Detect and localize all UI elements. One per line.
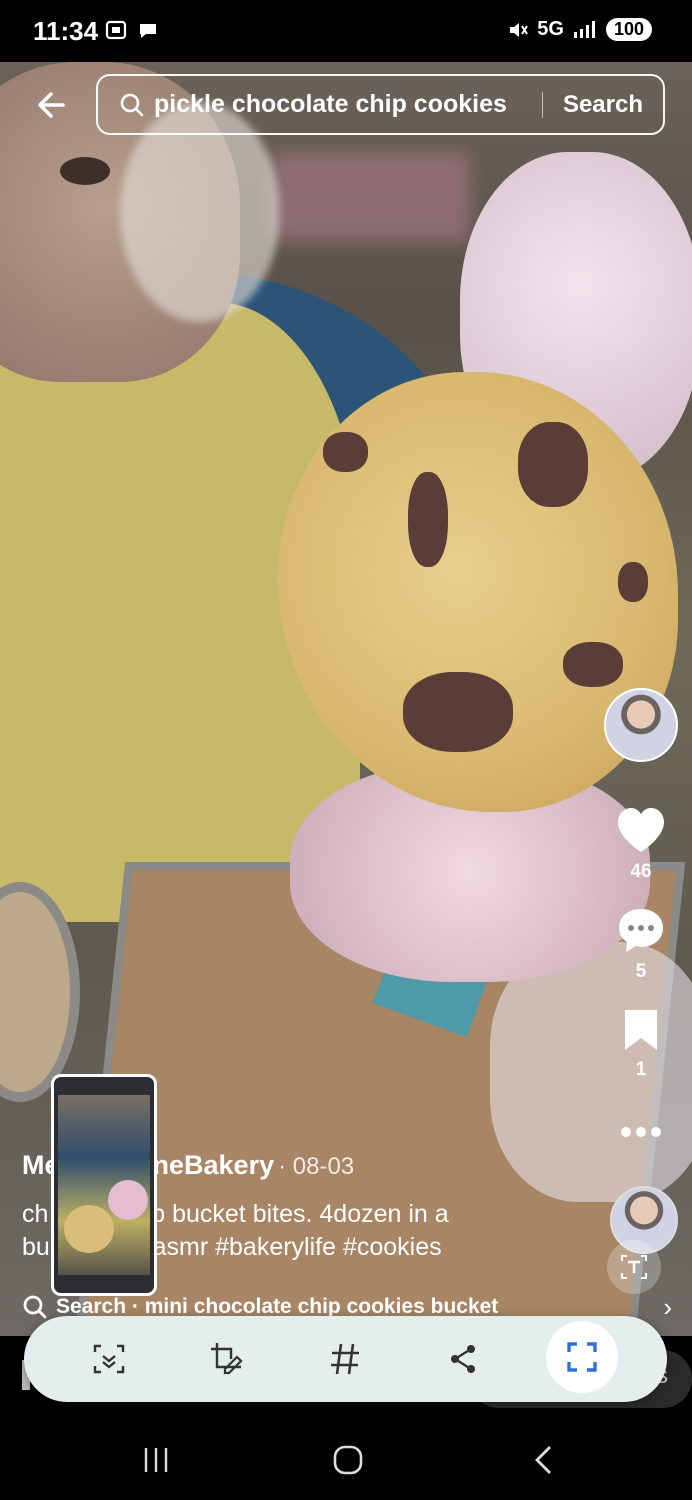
smart-select-button[interactable] (546, 1321, 618, 1393)
scroll-capture-button[interactable] (88, 1338, 130, 1380)
comment-count: 5 (635, 961, 647, 982)
like-button[interactable]: 46 (606, 806, 676, 883)
edit-button[interactable] (206, 1338, 248, 1380)
status-time: 11:34 (33, 16, 99, 46)
creator-avatar[interactable] (604, 688, 678, 762)
search-icon (120, 93, 144, 116)
chevron-right-icon: › (663, 1292, 672, 1322)
share-icon (451, 1345, 475, 1373)
chat-bubble-icon (140, 24, 156, 38)
heart-icon (618, 808, 664, 852)
back-arrow-icon (38, 92, 65, 118)
chevron-left-icon (535, 1446, 551, 1474)
bookmark-icon (625, 1010, 657, 1050)
crop-edit-icon (211, 1343, 243, 1375)
screenshot-icon (105, 20, 127, 40)
search-icon (23, 1295, 47, 1319)
search-query: pickle chocolate chip cookies (154, 90, 507, 118)
smart-select-icon (567, 1342, 597, 1372)
like-count: 46 (630, 861, 652, 882)
share-button[interactable] (442, 1338, 484, 1380)
search-input[interactable]: pickle chocolate chip cookies Search (96, 74, 665, 135)
search-button[interactable]: Search (543, 91, 663, 119)
home-button[interactable] (328, 1442, 368, 1478)
home-icon (333, 1445, 363, 1475)
back-nav-button[interactable] (524, 1442, 564, 1478)
screenshot-thumbnail[interactable] (51, 1074, 157, 1296)
tag-button[interactable] (324, 1338, 366, 1380)
network-label: 5G (537, 18, 564, 40)
comment-button[interactable]: 5 (606, 906, 676, 983)
signal-icon (573, 20, 595, 38)
save-button[interactable]: 1 (606, 1008, 676, 1081)
comment-icon (619, 909, 663, 952)
recent-apps-button[interactable] (136, 1442, 176, 1478)
battery-indicator: 100 (605, 18, 652, 41)
mute-icon (510, 22, 529, 37)
status-bar: 11:34 5G 100 (0, 0, 692, 62)
hashtag-icon (331, 1343, 359, 1375)
save-count: 1 (635, 1059, 647, 1080)
post-date: · 08-03 (278, 1153, 355, 1180)
scroll-capture-icon (93, 1344, 125, 1374)
more-dots-icon (621, 1127, 661, 1137)
more-button[interactable] (606, 1122, 676, 1147)
back-button[interactable] (26, 80, 76, 130)
recent-apps-icon (144, 1448, 168, 1472)
system-nav-bar (0, 1420, 692, 1500)
screenshot-toolbar (24, 1316, 667, 1402)
